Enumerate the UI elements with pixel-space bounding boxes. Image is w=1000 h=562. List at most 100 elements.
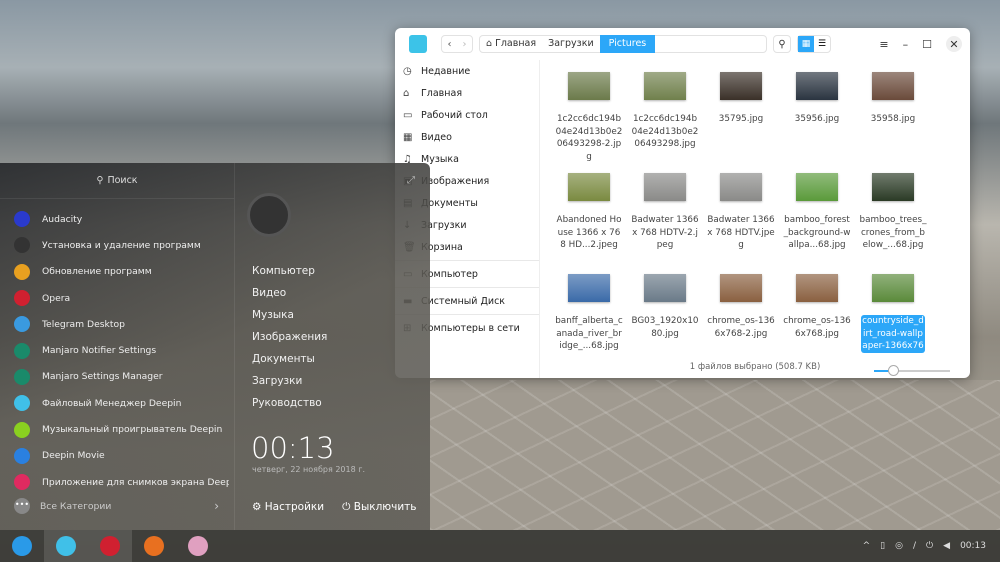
breadcrumb-home[interactable]: ⌂ Главная: [480, 35, 542, 53]
breadcrumb: ⌂ Главная Загрузки Pictures: [479, 35, 767, 53]
app-item[interactable]: Manjaro Notifier Settings: [14, 337, 229, 363]
file-item[interactable]: chrome_os-1366x768.jpg: [783, 270, 851, 371]
clock: 00:13: [960, 541, 986, 551]
avatar[interactable]: [247, 193, 291, 237]
app-item[interactable]: Музыкальный проигрыватель Deepin: [14, 416, 229, 442]
app-icon: [14, 395, 30, 412]
search-input[interactable]: ⚲ Поиск: [0, 163, 234, 199]
breadcrumb-downloads[interactable]: Загрузки: [542, 35, 600, 53]
file-item[interactable]: 35956.jpg: [783, 68, 851, 169]
app-item[interactable]: Установка и удаление программ: [14, 232, 229, 258]
taskbar-settings[interactable]: [176, 530, 220, 562]
place-link[interactable]: Изображения: [252, 331, 327, 353]
app-item[interactable]: Приложение для снимков экрана Deep...: [14, 469, 229, 495]
file-item[interactable]: Abandoned House 1366 x 768 HD...2.jpeg: [555, 169, 623, 270]
app-item[interactable]: Telegram Desktop: [14, 311, 229, 337]
file-item[interactable]: 1c2cc6dc194b04e24d13b0e206493298.jpg: [631, 68, 699, 169]
pen-icon[interactable]: /: [913, 541, 916, 551]
app-icon: [14, 342, 30, 359]
place-link[interactable]: Документы: [252, 353, 327, 375]
settings-icon: [188, 536, 208, 556]
fullscreen-icon[interactable]: ⤢: [407, 175, 415, 186]
list-view-button[interactable]: ☰: [814, 36, 830, 52]
place-link[interactable]: Видео: [252, 287, 327, 309]
status-bar: 1 файлов выбрано (508.7 KB): [689, 362, 821, 372]
firefox-icon: [144, 536, 164, 556]
icon-view-button[interactable]: ▦: [798, 36, 814, 52]
app-list: Audacity Установка и удаление программ Обн…: [14, 206, 229, 495]
breadcrumb-pictures[interactable]: Pictures: [599, 35, 656, 53]
file-item[interactable]: 35958.jpg: [859, 68, 927, 169]
place-link[interactable]: Компьютер: [252, 265, 327, 287]
thumbnail: [720, 72, 762, 100]
place-link[interactable]: Загрузки: [252, 375, 327, 397]
search-button[interactable]: ⚲: [773, 35, 791, 53]
app-item[interactable]: Manjaro Settings Manager: [14, 364, 229, 390]
search-icon: ⚲: [96, 175, 104, 186]
place-link[interactable]: Музыка: [252, 309, 327, 331]
place-link[interactable]: Руководство: [252, 397, 327, 419]
thumbnail: [872, 173, 914, 201]
taskbar-firefox[interactable]: [132, 530, 176, 562]
icon-size-slider[interactable]: [874, 365, 950, 376]
file-item[interactable]: 35795.jpg: [707, 68, 775, 169]
desktop-wallpaper: [430, 380, 1000, 530]
file-item[interactable]: BG03_1920x1080.jpg: [631, 270, 699, 371]
thumbnail: [796, 72, 838, 100]
file-manager-window: ‹ › ⌂ Главная Загрузки Pictures ⚲ ▦ ☰ ≡ – …: [395, 28, 970, 378]
file-item[interactable]: chrome_os-1366x768-2.jpg: [707, 270, 775, 371]
power-icon[interactable]: ⏻: [926, 541, 933, 551]
file-item[interactable]: Badwater 1366 x 768 HDTV.jpeg: [707, 169, 775, 270]
sidebar-item[interactable]: ▭ Рабочий стол: [395, 104, 539, 126]
slider-handle[interactable]: [888, 365, 899, 376]
file-item[interactable]: bamboo_trees_crones_from_below_...68.jpg: [859, 169, 927, 270]
taskbar-file-manager[interactable]: [44, 530, 88, 562]
home-icon: ⌂: [403, 87, 410, 99]
power-icon: ⏻: [342, 501, 351, 513]
app-icon: [14, 263, 30, 280]
chevron-up-icon[interactable]: ^: [863, 541, 871, 551]
window-controls: ≡ – ☐ ✕: [879, 36, 962, 52]
sidebar-item[interactable]: ▦ Видео: [395, 126, 539, 148]
thumbnail: [720, 274, 762, 302]
back-button[interactable]: ‹: [448, 39, 452, 50]
file-item[interactable]: banff_alberta_canada_river_bridge_...68.…: [555, 270, 623, 371]
divider: [234, 163, 235, 530]
all-categories-button[interactable]: ••• Все Категории ›: [14, 498, 219, 514]
thumbnail: [796, 173, 838, 201]
file-item[interactable]: countryside_dirt_road-wallpaper-1366x768…: [859, 270, 927, 371]
taskbar-launcher[interactable]: [0, 530, 44, 562]
app-icon: [14, 316, 30, 333]
sidebar-item[interactable]: ◷ Недавние: [395, 60, 539, 82]
thumbnail: [644, 72, 686, 100]
battery-icon[interactable]: ▯: [880, 541, 885, 551]
thumbnail: [568, 173, 610, 201]
taskbar: ^ ▯ ◎ / ⏻ ◀ 00:13: [0, 530, 1000, 562]
file-manager-icon: [56, 536, 76, 556]
minimize-icon[interactable]: –: [903, 38, 909, 51]
maximize-icon[interactable]: ☐: [922, 38, 932, 51]
thumbnail: [568, 72, 610, 100]
menu-icon[interactable]: ≡: [879, 38, 888, 51]
shutdown-button[interactable]: ⏻ Выключить: [342, 501, 416, 514]
file-item[interactable]: Badwater 1366 x 768 HDTV-2.jpeg: [631, 169, 699, 270]
thumbnail: [720, 173, 762, 201]
file-grid: 1c2cc6dc194b04e24d13b0e206493298-2.jpg 1c…: [555, 68, 965, 371]
gear-icon: ⚙: [252, 501, 262, 513]
app-item[interactable]: Opera: [14, 285, 229, 311]
taskbar-opera[interactable]: [88, 530, 132, 562]
app-item[interactable]: Файловый Менеджер Deepin: [14, 390, 229, 416]
close-icon[interactable]: ✕: [946, 36, 962, 52]
file-item[interactable]: bamboo_forest_background-wallpa...68.jpg: [783, 169, 851, 270]
app-item[interactable]: Audacity: [14, 206, 229, 232]
app-item[interactable]: Обновление программ: [14, 259, 229, 285]
settings-button[interactable]: ⚙ Настройки: [252, 501, 324, 514]
volume-icon[interactable]: ◀: [943, 541, 950, 551]
forward-button[interactable]: ›: [463, 39, 467, 50]
clock: 00:13: [251, 431, 335, 465]
wifi-icon[interactable]: ◎: [895, 541, 903, 551]
sidebar-item[interactable]: ⌂ Главная: [395, 82, 539, 104]
app-item[interactable]: Deepin Movie: [14, 443, 229, 469]
file-item[interactable]: 1c2cc6dc194b04e24d13b0e206493298-2.jpg: [555, 68, 623, 169]
thumbnail: [568, 274, 610, 302]
